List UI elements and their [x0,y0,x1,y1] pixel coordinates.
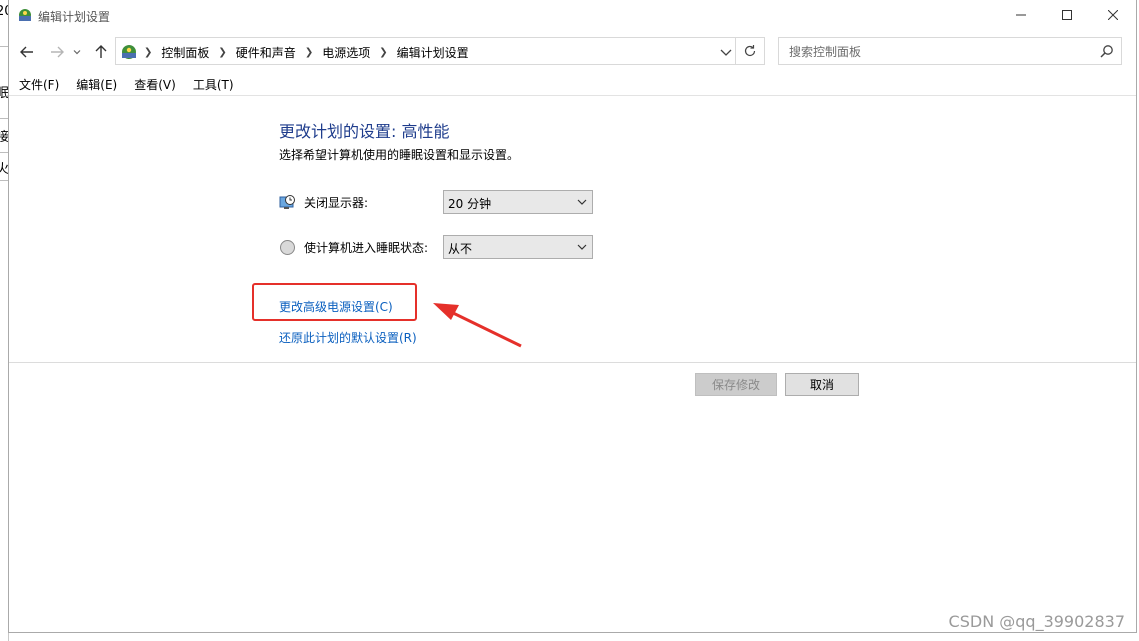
address-row: ❯ 控制面板 ❯ 硬件和声音 ❯ 电源选项 ❯ 编辑计划设置 [9,36,1136,68]
back-button[interactable] [17,42,37,62]
address-bar[interactable]: ❯ 控制面板 ❯ 硬件和声音 ❯ 电源选项 ❯ 编辑计划设置 [115,37,765,65]
menu-file[interactable]: 文件(F) [19,74,59,95]
bg-divider [0,180,8,181]
chevron-down-icon [577,244,587,250]
cancel-button[interactable]: 取消 [785,373,859,396]
main-content: 更改计划的设置: 高性能 选择希望计算机使用的睡眠设置和显示设置。 关闭显示器:… [9,96,1136,362]
control-panel-icon [122,45,136,59]
breadcrumb-item[interactable]: 控制面板 [161,44,209,61]
save-button[interactable]: 保存修改 [695,373,777,396]
menu-bar: 文件(F) 编辑(E) 查看(V) 工具(T) [9,74,1136,96]
address-dropdown-icon[interactable] [718,44,734,60]
minimize-icon [1016,14,1026,16]
menu-view[interactable]: 查看(V) [134,74,176,95]
search-icon[interactable] [1100,44,1114,58]
forward-button[interactable] [47,42,67,62]
chevron-right-icon: ❯ [144,47,153,58]
control-panel-icon [19,9,31,21]
title-bar[interactable]: 编辑计划设置 [9,0,1136,32]
chevron-right-icon[interactable]: ❯ [379,47,387,58]
monitor-clock-icon [279,194,295,209]
divider [9,362,1136,363]
minimize-button[interactable] [998,0,1044,30]
chevron-down-icon [577,199,587,205]
page-description: 选择希望计算机使用的睡眠设置和显示设置。 [279,148,520,162]
breadcrumb-item[interactable]: 编辑计划设置 [397,44,469,61]
menu-tools[interactable]: 工具(T) [193,74,234,95]
close-button[interactable] [1090,0,1136,30]
chevron-down-icon [73,50,81,55]
breadcrumb-item[interactable]: 硬件和声音 [236,44,296,61]
watermark: CSDN @qq_39902837 [948,612,1125,631]
window-title: 编辑计划设置 [38,10,111,24]
page-title: 更改计划的设置: 高性能 [279,122,450,141]
maximize-icon [1062,10,1072,20]
recent-locations-button[interactable] [71,42,83,62]
moon-icon [280,239,295,255]
refresh-icon [744,45,756,57]
forward-arrow-icon [51,46,64,58]
annotation-arrow-icon [433,303,522,348]
sleep-select[interactable]: 从不 [443,235,593,259]
restore-defaults-link[interactable]: 还原此计划的默认设置(R) [279,329,417,346]
up-arrow-icon [95,45,107,58]
close-icon [1108,10,1118,20]
chevron-right-icon[interactable]: ❯ [305,47,313,58]
refresh-button[interactable] [735,38,764,64]
chevron-right-icon[interactable]: ❯ [218,47,226,58]
bg-divider [0,152,8,153]
bg-divider [0,118,8,119]
advanced-power-settings-link[interactable]: 更改高级电源设置(C) [279,298,393,315]
search-box[interactable] [778,37,1122,65]
display-off-value: 20 分钟 [448,197,492,211]
sleep-label: 使计算机进入睡眠状态: [304,240,429,255]
maximize-button[interactable] [1044,0,1090,30]
bg-divider [0,46,8,47]
search-input[interactable] [787,42,1091,62]
sleep-row: 使计算机进入睡眠状态: [279,235,428,259]
back-arrow-icon [20,46,33,58]
menu-edit[interactable]: 编辑(E) [76,74,117,95]
breadcrumb: ❯ 控制面板 ❯ 硬件和声音 ❯ 电源选项 ❯ 编辑计划设置 [144,44,469,61]
edit-plan-window: 编辑计划设置 ❯ 控制面板 ❯ 硬件和声音 ❯ 电源选项 ❯ 编辑计划设置 搜索… [8,0,1137,633]
display-off-label: 关闭显示器: [304,195,369,210]
display-off-select[interactable]: 20 分钟 [443,190,593,214]
sleep-value: 从不 [448,242,473,256]
display-off-row: 关闭显示器: [279,190,368,214]
up-button[interactable] [91,42,111,62]
breadcrumb-item[interactable]: 电源选项 [322,44,370,61]
